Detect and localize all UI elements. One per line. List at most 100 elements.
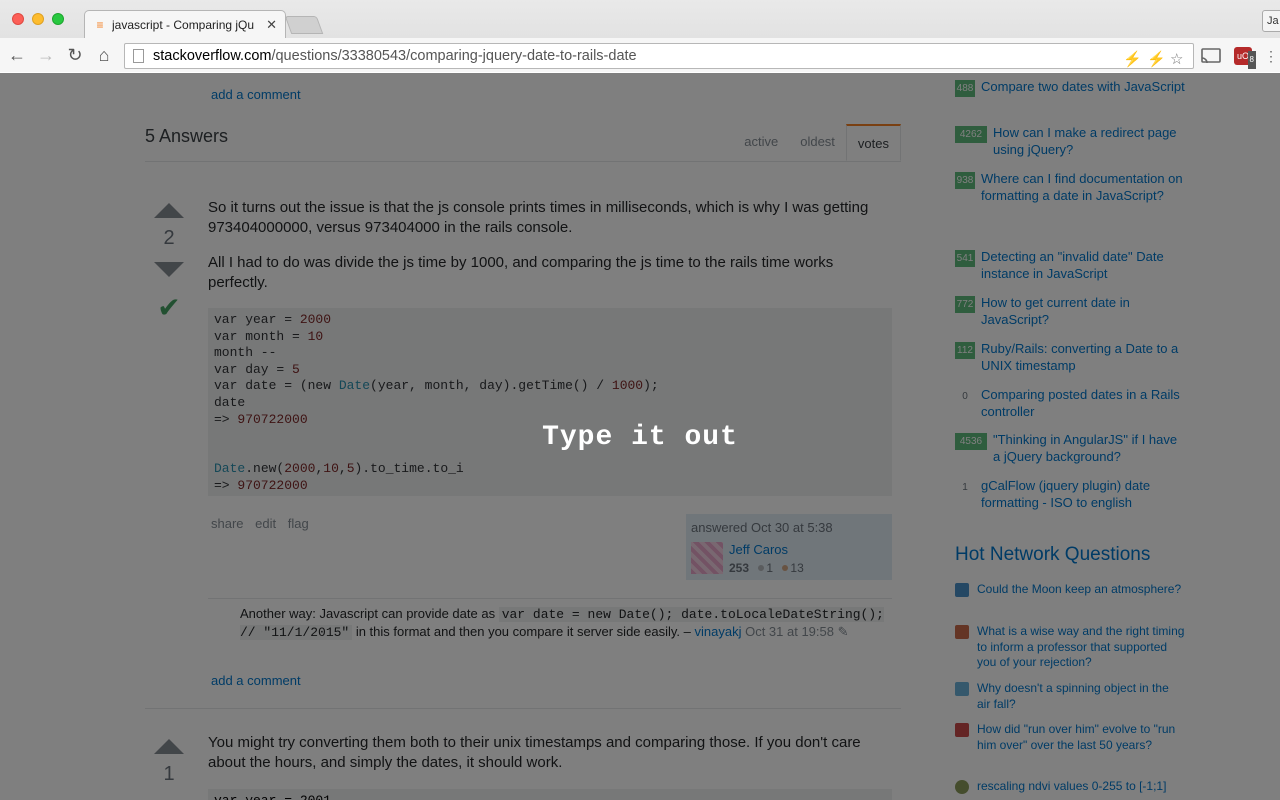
linked-question[interactable]: 1 gCalFlow (jquery plugin) date formatti… [955,478,1185,511]
linked-question[interactable]: 938 Where can I find documentation on fo… [955,171,1185,204]
comment-date[interactable]: Oct 31 at 19:58 [745,624,834,639]
downvote-arrow-icon[interactable] [154,262,184,277]
answer-count-badge: 938 [955,172,975,189]
linked-question-title[interactable]: Comparing posted dates in a Rails contro… [981,387,1185,420]
linked-question-title[interactable]: Where can I find documentation on format… [981,171,1185,204]
window-close-button[interactable] [12,13,24,25]
physics-site-icon [955,682,969,696]
linked-question[interactable]: 0 Comparing posted dates in a Rails cont… [955,387,1185,420]
linked-question[interactable]: 4262 How can I make a redirect page usin… [955,125,1185,158]
code-line: date [214,394,246,410]
vote-count: 2 [163,227,175,249]
browser-tab[interactable]: ≡ javascript - Comparing jQu ✕ [84,10,286,38]
window-minimize-button[interactable] [32,13,44,25]
reader-icon[interactable]: ⚡ [1123,48,1142,72]
hot-question[interactable]: How did "run over him" evolve to "run hi… [955,722,1185,753]
ublock-icon[interactable]: uO 8 [1234,47,1256,69]
window-zoom-button[interactable] [52,13,64,25]
answer-paragraph: So it turns out the issue is that the js… [208,199,869,236]
linked-question[interactable]: 772 How to get current date in JavaScrip… [955,295,1185,328]
hot-question[interactable]: Why doesn't a spinning object in the air… [955,681,1185,712]
back-arrow-icon[interactable]: ← [6,44,28,66]
bookmark-star-icon[interactable]: ☆ [1170,48,1183,72]
silver-badge-count: 1 [766,561,774,575]
add-comment-link[interactable]: add a comment [211,673,301,688]
share-link[interactable]: share [211,516,244,531]
bronze-badge-icon [782,565,789,572]
user-stats: 253 1 13 [729,561,804,575]
tab-active[interactable]: active [733,124,789,161]
tab-title: javascript - Comparing jQu [112,17,255,32]
linked-question[interactable]: 541 Detecting an "invalid date" Date ins… [955,249,1185,282]
code-line: => 970722000 [214,477,308,493]
comment-user-link[interactable]: vinayakj [694,624,741,639]
avatar[interactable] [691,542,723,574]
linked-question-title[interactable]: How can I make a redirect page using jQu… [993,125,1185,158]
linked-question-title[interactable]: gCalFlow (jquery plugin) date formatting… [981,478,1185,511]
answers-header: 5 Answers active oldest votes [145,124,901,162]
linked-question-title[interactable]: Compare two dates with JavaScript [981,79,1185,97]
tab-votes[interactable]: votes [845,124,901,161]
answered-time: answered Oct 30 at 5:38 [691,520,833,535]
gis-site-icon [955,780,969,794]
answer-count-badge: 541 [955,250,975,267]
code-line: Date.new(2000,10,5).to_time.to_i [214,461,464,477]
upvote-arrow-icon[interactable] [154,203,184,218]
cast-icon[interactable] [1200,47,1222,65]
upvote-arrow-icon[interactable] [154,739,184,754]
linked-question[interactable]: 4536 "Thinking in AngularJS" if I have a… [955,432,1185,465]
profile-button[interactable]: Ja [1262,10,1280,32]
linked-question-title[interactable]: "Thinking in AngularJS" if I have a jQue… [993,432,1185,465]
hot-question[interactable]: What is a wise way and the right timing … [955,624,1185,671]
vote-cell: 2 ✔ [148,203,190,324]
edit-link[interactable]: edit [255,516,276,531]
linked-question-title[interactable]: How to get current date in JavaScript? [981,295,1185,328]
home-icon[interactable]: ⌂ [93,44,115,66]
hot-question-title[interactable]: Why doesn't a spinning object in the air… [977,681,1185,712]
answer-count-badge: 4262 [955,126,987,143]
answer-paragraph: All I had to do was divide the js time b… [208,254,834,291]
linked-question[interactable]: 488 Compare two dates with JavaScript [955,79,1185,97]
answer-separator [145,708,901,709]
tab-oldest[interactable]: oldest [789,124,846,161]
flash-icon[interactable]: ⚡ [1147,48,1166,72]
english-site-icon [955,723,969,737]
user-name-link[interactable]: Jeff Caros [729,542,788,557]
forward-arrow-icon[interactable]: → [35,44,57,66]
code-line: month -- [214,345,277,361]
code-block: var year = 2000 var month = 10 month -- … [208,308,892,496]
reload-icon[interactable]: ↻ [64,44,86,66]
page-icon [133,49,144,63]
add-comment-link[interactable]: add a comment [211,87,301,102]
answer-count-badge: 1 [955,479,975,496]
menu-icon[interactable]: ⋮ [1264,47,1278,65]
edit-pencil-icon: ✎ [837,624,849,639]
vote-count: 1 [163,763,175,785]
linked-question-title[interactable]: Detecting an "invalid date" Date instanc… [981,249,1185,282]
hot-question[interactable]: Could the Moon keep an atmosphere? [955,582,1185,598]
flag-link[interactable]: flag [288,516,309,531]
hot-network-questions-title: Hot Network Questions [955,544,1151,565]
stackoverflow-favicon-icon: ≡ [96,17,104,32]
silver-badge-icon [758,565,765,572]
browser-toolbar: ← → ↻ ⌂ stackoverflow.com/questions/3338… [0,38,1280,72]
new-tab-button[interactable] [284,16,324,34]
hot-question[interactable]: rescaling ndvi values 0-255 to [-1;1] [955,779,1185,795]
answer-count-badge: 112 [955,342,975,359]
tab-close-icon[interactable]: ✕ [266,17,277,33]
code-line: var day = 5 [214,361,300,377]
hot-question-title[interactable]: Could the Moon keep an atmosphere? [977,582,1181,598]
browser-chrome: ≡ javascript - Comparing jQu ✕ Ja ← → ↻ … [0,0,1280,72]
linked-question-title[interactable]: Ruby/Rails: converting a Date to a UNIX … [981,341,1185,374]
address-bar[interactable]: stackoverflow.com/questions/33380543/com… [124,43,1194,69]
hot-question-title[interactable]: How did "run over him" evolve to "run hi… [977,722,1185,753]
linked-question[interactable]: 112 Ruby/Rails: converting a Date to a U… [955,341,1185,374]
url-host: stackoverflow.com [153,48,272,64]
sort-tabs: active oldest votes [733,124,901,161]
code-block: var year = 2001 [208,789,892,800]
hot-question-title[interactable]: rescaling ndvi values 0-255 to [-1;1] [977,779,1166,795]
bronze-badge-count: 13 [790,561,804,575]
hot-question-title[interactable]: What is a wise way and the right timing … [977,624,1185,671]
astronomy-site-icon [955,583,969,597]
page-content: add a comment 5 Answers active oldest vo… [0,73,1280,800]
